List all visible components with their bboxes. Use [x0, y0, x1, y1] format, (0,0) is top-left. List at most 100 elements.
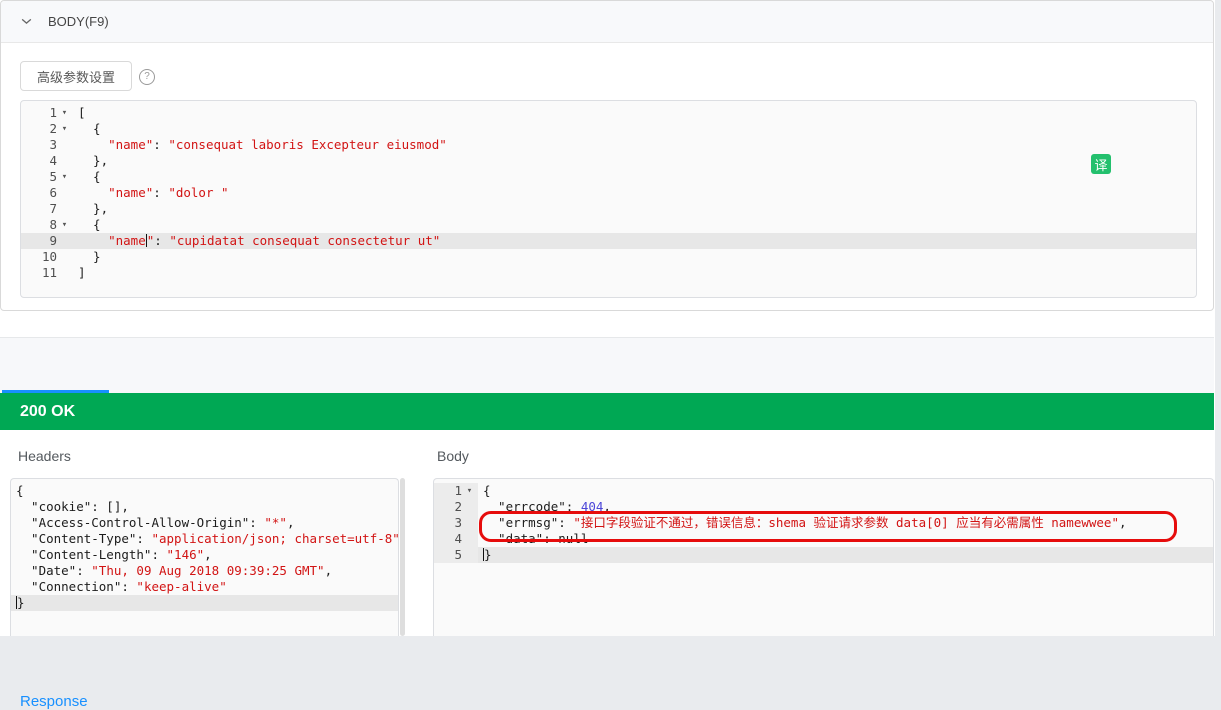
help-question-icon[interactable]: ? [139, 69, 155, 85]
line-gutter: 9 [21, 233, 73, 249]
editor-line[interactable]: 11] [21, 265, 1196, 281]
line-number: 4 [21, 153, 57, 169]
fold-spacer [57, 233, 72, 249]
fold-spacer [462, 531, 477, 547]
fold-arrow-icon[interactable]: ▾ [57, 169, 72, 185]
editor-line[interactable]: 3 "name": "consequat laboris Excepteur e… [21, 137, 1196, 153]
editor-line[interactable]: "Access-Control-Allow-Origin": "*", [11, 515, 398, 531]
line-number: 10 [21, 249, 57, 265]
editor-line-code: { [478, 483, 491, 499]
editor-line[interactable]: 8▾ { [21, 217, 1196, 233]
fold-arrow-icon[interactable]: ▾ [57, 217, 72, 233]
advanced-params-button[interactable]: 高级参数设置 [20, 61, 132, 91]
main-page: BODY(F9) 高级参数设置 ? 1▾[2▾ {3 "name": "cons… [0, 0, 1215, 636]
editor-line-code: "Access-Control-Allow-Origin": "*", [11, 515, 294, 531]
headers-editor-scrollbar[interactable] [400, 478, 405, 636]
fold-spacer [57, 249, 72, 265]
line-gutter: 1▾ [434, 483, 478, 499]
line-gutter: 4 [434, 531, 478, 547]
line-gutter: 5 [434, 547, 478, 563]
editor-line[interactable]: "Content-Type": "application/json; chars… [11, 531, 398, 547]
editor-line[interactable]: 2▾ { [21, 121, 1196, 137]
line-number: 2 [434, 499, 462, 515]
editor-line-code: "errcode": 404, [478, 499, 611, 515]
editor-line-code: "name": "cupidatat consequat consectetur… [73, 233, 440, 249]
editor-line-code: } [73, 249, 101, 265]
fold-spacer [57, 265, 72, 281]
editor-line-code: { [73, 217, 101, 233]
editor-line-code: "Content-Length": "146", [11, 547, 212, 563]
editor-line[interactable]: 1▾{ [434, 483, 1213, 499]
headers-section-label: Headers [18, 448, 71, 464]
chevron-down-icon[interactable] [20, 15, 33, 28]
editor-line[interactable]: 4 "data": null [434, 531, 1213, 547]
editor-line[interactable]: 4 }, [21, 153, 1196, 169]
editor-line-code: "name": "dolor " [73, 185, 229, 201]
editor-line-code: "Content-Type": "application/json; chars… [11, 531, 399, 547]
collapse-header-body[interactable]: BODY(F9) [1, 1, 1213, 43]
editor-line[interactable]: "Content-Length": "146", [11, 547, 398, 563]
editor-line[interactable]: 6 "name": "dolor " [21, 185, 1196, 201]
editor-line[interactable]: 2 "errcode": 404, [434, 499, 1213, 515]
editor-line-code: }, [73, 153, 108, 169]
fold-spacer [462, 547, 477, 563]
status-banner: 200 OK [0, 393, 1214, 430]
line-number: 1 [21, 105, 57, 121]
editor-line-code: { [73, 121, 101, 137]
line-number: 2 [21, 121, 57, 137]
response-headers-editor[interactable]: { "cookie": [], "Access-Control-Allow-Or… [10, 478, 399, 636]
fold-spacer [57, 153, 72, 169]
fold-spacer [57, 201, 72, 217]
translate-badge-icon[interactable]: 译 [1091, 154, 1111, 174]
editor-line-code: }, [73, 201, 108, 217]
editor-line-code: [ [73, 105, 86, 121]
line-number: 4 [434, 531, 462, 547]
fold-arrow-icon[interactable]: ▾ [57, 121, 72, 137]
editor-line[interactable]: } [11, 595, 398, 611]
editor-line-code: } [11, 595, 25, 611]
line-gutter: 7 [21, 201, 73, 217]
line-gutter: 10 [21, 249, 73, 265]
line-number: 9 [21, 233, 57, 249]
fold-arrow-icon[interactable]: ▾ [57, 105, 72, 121]
line-number: 6 [21, 185, 57, 201]
editor-line[interactable]: 9 "name": "cupidatat consequat consectet… [21, 233, 1196, 249]
editor-line[interactable]: "Connection": "keep-alive" [11, 579, 398, 595]
editor-line[interactable]: { [11, 483, 398, 499]
line-number: 5 [21, 169, 57, 185]
line-gutter: 6 [21, 185, 73, 201]
editor-line-code: { [11, 483, 24, 499]
tab-response[interactable]: Response [20, 693, 88, 710]
editor-line[interactable]: 7 }, [21, 201, 1196, 217]
body-section-label: Body [437, 448, 469, 464]
editor-line-code: "errmsg": "接口字段验证不通过，错误信息：shema 验证请求参数 d… [478, 515, 1127, 531]
editor-line[interactable]: 10 } [21, 249, 1196, 265]
fold-spacer [57, 185, 72, 201]
line-gutter: 4 [21, 153, 73, 169]
line-gutter: 1▾ [21, 105, 73, 121]
line-number: 5 [434, 547, 462, 563]
panel-title: BODY(F9) [48, 14, 109, 29]
fold-spacer [57, 137, 72, 153]
editor-line[interactable]: 3 "errmsg": "接口字段验证不通过，错误信息：shema 验证请求参数… [434, 515, 1213, 531]
editor-line[interactable]: "Date": "Thu, 09 Aug 2018 09:39:25 GMT", [11, 563, 398, 579]
line-number: 7 [21, 201, 57, 217]
editor-line[interactable]: 1▾[ [21, 105, 1196, 121]
line-gutter: 8▾ [21, 217, 73, 233]
editor-line[interactable]: 5▾ { [21, 169, 1196, 185]
fold-arrow-icon[interactable]: ▾ [462, 483, 477, 499]
line-gutter: 3 [21, 137, 73, 153]
response-body-editor[interactable]: 1▾{2 "errcode": 404,3 "errmsg": "接口字段验证不… [433, 478, 1214, 636]
line-gutter: 2 [434, 499, 478, 515]
fold-spacer [462, 499, 477, 515]
line-gutter: 5▾ [21, 169, 73, 185]
request-body-editor[interactable]: 1▾[2▾ {3 "name": "consequat laboris Exce… [20, 100, 1197, 298]
editor-line-code: "Connection": "keep-alive" [11, 579, 227, 595]
status-code-text: 200 OK [20, 403, 75, 421]
editor-line-code: "Date": "Thu, 09 Aug 2018 09:39:25 GMT", [11, 563, 332, 579]
editor-line[interactable]: 5} [434, 547, 1213, 563]
editor-line-code: { [73, 169, 101, 185]
editor-line[interactable]: "cookie": [], [11, 499, 398, 515]
line-gutter: 2▾ [21, 121, 73, 137]
line-gutter: 3 [434, 515, 478, 531]
